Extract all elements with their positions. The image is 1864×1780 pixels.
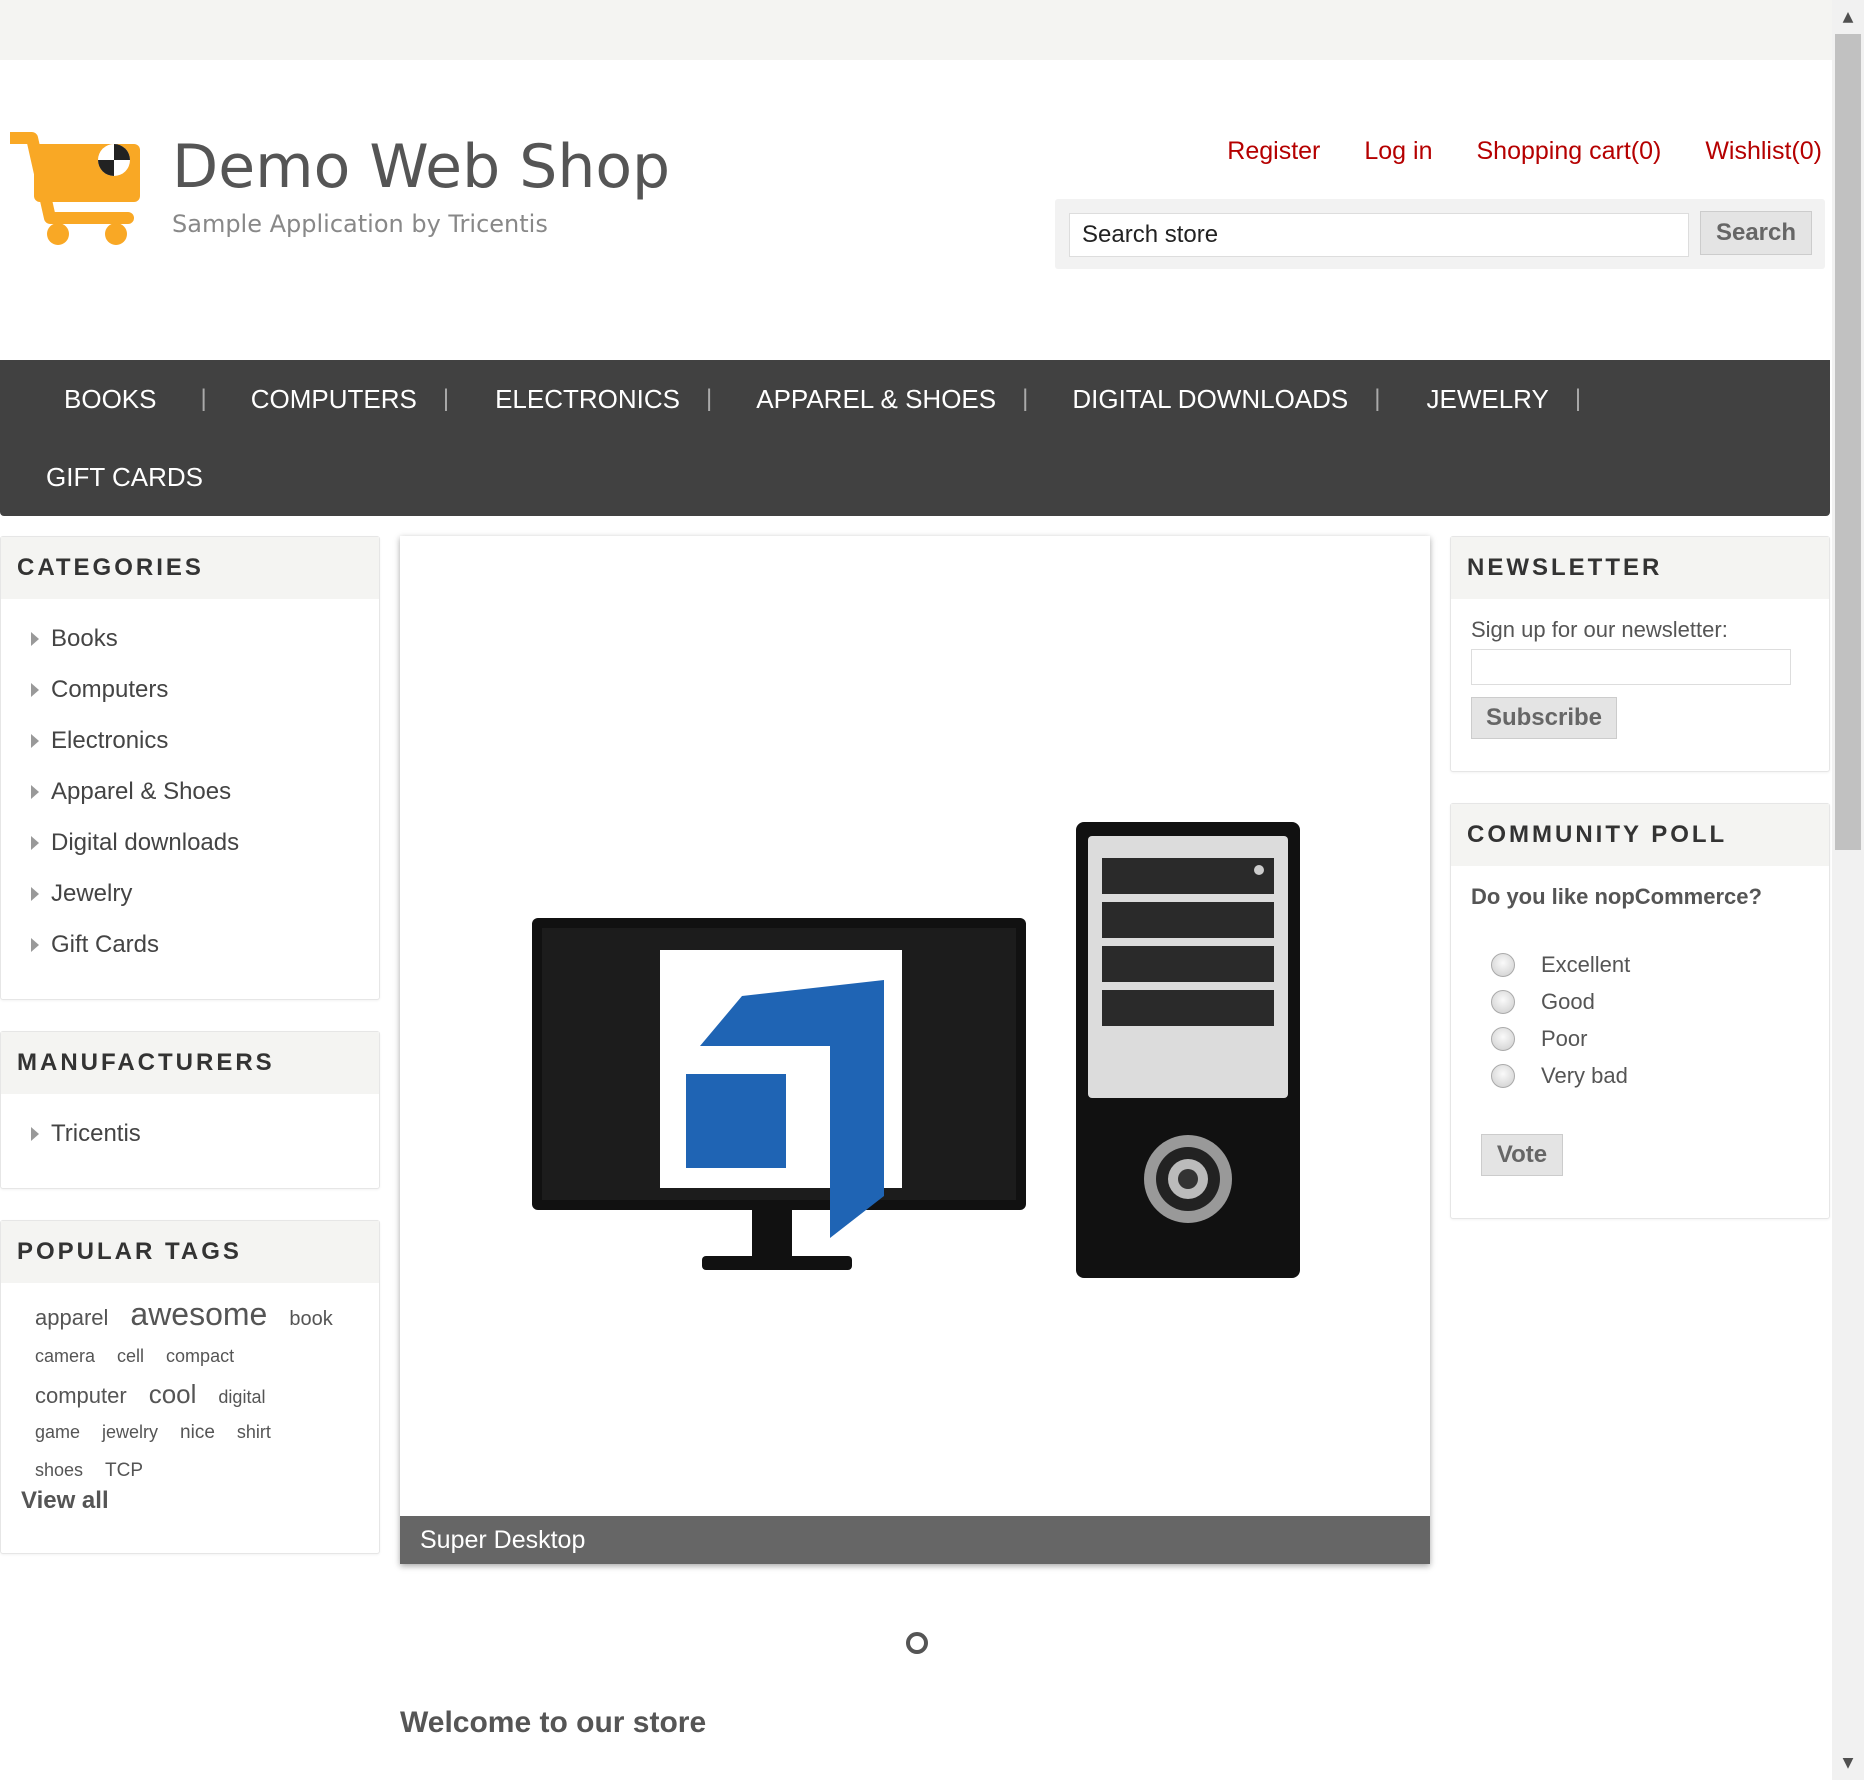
menu-item-digital-downloads[interactable]: DIGITAL DOWNLOADS	[1028, 384, 1374, 415]
category-link[interactable]: Electronics	[51, 727, 168, 755]
community-poll-block: COMMUNITY POLL Do you like nopCommerce? …	[1450, 803, 1830, 1219]
manufacturers-title: MANUFACTURERS	[1, 1032, 379, 1094]
tag-link[interactable]: book	[289, 1300, 332, 1338]
menu-item-gift-cards[interactable]: GIFT CARDS	[18, 462, 231, 493]
scroll-thumb[interactable]	[1835, 34, 1861, 850]
tag-link[interactable]: awesome	[130, 1295, 267, 1333]
popular-tags-title: POPULAR TAGS	[1, 1221, 379, 1283]
triangle-right-icon	[31, 631, 39, 646]
login-link[interactable]: Log in	[1364, 137, 1432, 166]
tag-link[interactable]: nice	[180, 1414, 215, 1452]
radio-button[interactable]	[1491, 1064, 1515, 1088]
poll-option[interactable]: Excellent	[1491, 952, 1630, 978]
search-button[interactable]: Search	[1700, 211, 1812, 255]
category-link[interactable]: Apparel & Shoes	[51, 778, 231, 806]
tag-cloud: apparel awesome book camera cell compact…	[1, 1283, 379, 1489]
top-strip	[0, 0, 1832, 60]
shopping-cart-logo-icon	[10, 132, 140, 245]
tag-link[interactable]: computer	[35, 1377, 127, 1415]
poll-option[interactable]: Good	[1491, 989, 1595, 1015]
category-item[interactable]: Jewelry	[1, 868, 379, 919]
tag-link[interactable]: TCP	[105, 1452, 143, 1490]
tag-link[interactable]: cell	[117, 1337, 144, 1375]
tag-link[interactable]: cool	[149, 1375, 197, 1413]
tag-link[interactable]: camera	[35, 1337, 95, 1375]
poll-question: Do you like nopCommerce?	[1471, 884, 1762, 909]
menu-item-books[interactable]: BOOKS	[18, 384, 200, 415]
menu-item-apparel-shoes[interactable]: APPAREL & SHOES	[712, 384, 1022, 415]
tag-link[interactable]: compact	[166, 1337, 234, 1375]
category-link[interactable]: Computers	[51, 676, 168, 704]
product-slider[interactable]: Super Desktop	[400, 536, 1430, 1564]
tag-link[interactable]: digital	[218, 1378, 265, 1416]
subscribe-button[interactable]: Subscribe	[1471, 697, 1617, 739]
radio-button[interactable]	[1491, 990, 1515, 1014]
community-poll-title: COMMUNITY POLL	[1451, 804, 1829, 866]
poll-option[interactable]: Poor	[1491, 1026, 1587, 1052]
triangle-right-icon	[31, 886, 39, 901]
radio-button[interactable]	[1491, 1027, 1515, 1051]
category-link[interactable]: Digital downloads	[51, 829, 239, 857]
triangle-right-icon	[31, 835, 39, 850]
category-item[interactable]: Electronics	[1, 715, 379, 766]
categories-block: CATEGORIES Books Computers Electronics A…	[0, 536, 380, 1000]
search-input[interactable]	[1069, 213, 1689, 257]
manufacturer-item[interactable]: Tricentis	[1, 1108, 379, 1159]
tag-link[interactable]: shoes	[35, 1451, 83, 1489]
register-link[interactable]: Register	[1227, 137, 1320, 166]
view-all-tags-link[interactable]: View all	[21, 1487, 109, 1515]
menu-item-electronics[interactable]: ELECTRONICS	[449, 384, 706, 415]
menu-item-jewelry[interactable]: JEWELRY	[1381, 384, 1575, 415]
triangle-right-icon	[31, 784, 39, 799]
category-item[interactable]: Apparel & Shoes	[1, 766, 379, 817]
scroll-up-arrow-icon[interactable]: ▲	[1832, 2, 1864, 32]
manufacturers-block: MANUFACTURERS Tricentis	[0, 1031, 380, 1189]
page-scrollbar[interactable]: ▲ ▼	[1832, 0, 1864, 1780]
slider-pager-dot[interactable]	[906, 1632, 928, 1654]
vote-button[interactable]: Vote	[1481, 1134, 1563, 1176]
category-link[interactable]: Jewelry	[51, 880, 132, 908]
category-item[interactable]: Computers	[1, 664, 379, 715]
tag-link[interactable]: apparel	[35, 1299, 108, 1337]
tag-link[interactable]: game	[35, 1413, 80, 1451]
radio-button[interactable]	[1491, 953, 1515, 977]
categories-title: CATEGORIES	[1, 537, 379, 599]
menu-item-computers[interactable]: COMPUTERS	[207, 384, 443, 415]
triangle-right-icon	[31, 937, 39, 952]
menu-separator: |	[1574, 385, 1582, 412]
manufacturer-link[interactable]: Tricentis	[51, 1120, 141, 1148]
logo-subtitle: Sample Application by Tricentis	[172, 210, 548, 238]
header-links: Register Log in Shopping cart(0) Wishlis…	[1227, 137, 1822, 166]
tag-link[interactable]: jewelry	[102, 1413, 158, 1451]
category-link[interactable]: Books	[51, 625, 118, 653]
top-menu: BOOKS | COMPUTERS | ELECTRONICS | APPARE…	[0, 360, 1830, 516]
wishlist-link[interactable]: Wishlist(0)	[1705, 137, 1822, 166]
category-item[interactable]: Books	[1, 613, 379, 664]
search-box: Search	[1055, 199, 1825, 269]
triangle-right-icon	[31, 733, 39, 748]
scroll-down-arrow-icon[interactable]: ▼	[1832, 1748, 1864, 1778]
newsletter-label: Sign up for our newsletter:	[1471, 617, 1728, 642]
store-logo[interactable]: Demo Web Shop Sample Application by Tric…	[10, 130, 670, 250]
newsletter-block: NEWSLETTER Sign up for our newsletter: S…	[1450, 536, 1830, 772]
tag-link[interactable]: shirt	[237, 1413, 271, 1451]
logo-title: Demo Web Shop	[172, 132, 671, 202]
category-item[interactable]: Digital downloads	[1, 817, 379, 868]
shopping-cart-link[interactable]: Shopping cart(0)	[1477, 137, 1662, 166]
newsletter-email-input[interactable]	[1471, 649, 1791, 685]
triangle-right-icon	[31, 1126, 39, 1141]
welcome-heading: Welcome to our store	[400, 1706, 707, 1739]
triangle-right-icon	[31, 682, 39, 697]
poll-option[interactable]: Very bad	[1491, 1063, 1628, 1089]
slider-caption[interactable]: Super Desktop	[400, 1516, 1430, 1564]
category-item[interactable]: Gift Cards	[1, 919, 379, 970]
category-link[interactable]: Gift Cards	[51, 931, 159, 959]
newsletter-title: NEWSLETTER	[1451, 537, 1829, 599]
desktop-computer-image	[532, 822, 1300, 1278]
popular-tags-block: POPULAR TAGS apparel awesome book camera…	[0, 1220, 380, 1554]
